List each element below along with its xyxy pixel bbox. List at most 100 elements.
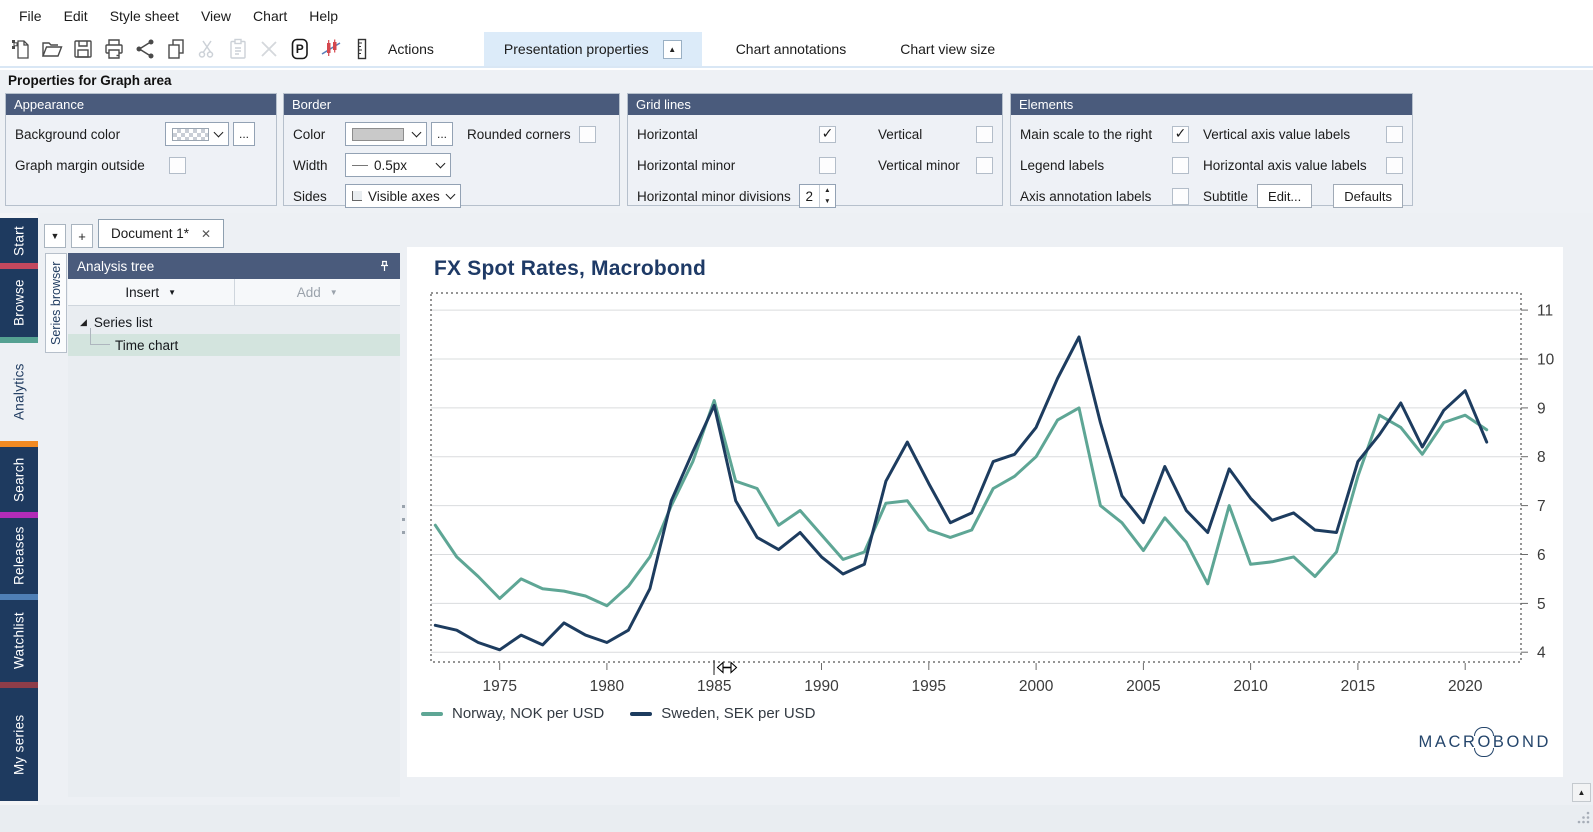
- chart-legend: Norway, NOK per USDSweden, SEK per USD: [421, 705, 816, 722]
- sidebar-tab-watchlist[interactable]: Watchlist: [0, 600, 38, 682]
- chevron-down-icon: ▼: [168, 288, 176, 297]
- subtitle-edit-button[interactable]: Edit...: [1257, 184, 1312, 208]
- sidebar-tab-search[interactable]: Search: [0, 447, 38, 512]
- background-color-label: Background color: [15, 127, 165, 142]
- tree-node-series-list[interactable]: ◢ Series list: [68, 311, 400, 333]
- svg-text:2010: 2010: [1233, 678, 1268, 695]
- border-sides-label: Sides: [293, 189, 345, 204]
- vertical-axis-value-labels-checkbox[interactable]: [1386, 126, 1403, 143]
- minor-divisions-label: Horizontal minor divisions: [637, 189, 791, 204]
- horizontal-axis-value-labels-label: Horizontal axis value labels: [1203, 158, 1386, 173]
- legend-swatch: [630, 712, 652, 716]
- toolbar-icons: P: [0, 35, 376, 63]
- svg-text:2020: 2020: [1448, 678, 1483, 695]
- tree-node-time-chart[interactable]: Time chart: [68, 334, 400, 356]
- horizontal-grid-checkbox[interactable]: [819, 126, 836, 143]
- menu-view[interactable]: View: [190, 8, 242, 24]
- spinner-down-icon[interactable]: ▼: [820, 196, 835, 207]
- defaults-button[interactable]: Defaults: [1333, 184, 1403, 208]
- analysis-tree-panel: Analysis tree Insert ▼ Add ▼ ◢ Series li…: [68, 253, 400, 797]
- actions-button[interactable]: Actions: [388, 41, 434, 57]
- new-document-icon[interactable]: [6, 35, 35, 63]
- paste-icon: [223, 35, 252, 63]
- document-tab[interactable]: Document 1* ✕: [98, 219, 224, 248]
- axis-annotation-labels-checkbox[interactable]: [1172, 188, 1189, 205]
- time-chart[interactable]: 4567891011197519801985199019952000200520…: [407, 247, 1563, 709]
- collapse-properties-button[interactable]: ▲: [663, 40, 682, 59]
- minor-divisions-spinner[interactable]: 2 ▲▼: [799, 184, 836, 208]
- menu-chart[interactable]: Chart: [242, 8, 298, 24]
- legend-item-sweden: Sweden, SEK per USD: [630, 705, 815, 722]
- svg-text:8: 8: [1537, 449, 1546, 466]
- sidebar-tab-browse[interactable]: Browse: [0, 269, 38, 337]
- border-color-swatch: [352, 128, 404, 141]
- vertical-grid-checkbox[interactable]: [976, 126, 993, 143]
- insert-button[interactable]: Insert ▼: [68, 279, 235, 305]
- svg-text:1980: 1980: [590, 678, 625, 695]
- background-color-dropdown[interactable]: [165, 122, 229, 146]
- rounded-corners-label: Rounded corners: [467, 127, 571, 142]
- macrobond-application-window: FileEditStyle sheetViewChartHelp P Actio…: [0, 0, 1593, 832]
- main-scale-right-checkbox[interactable]: [1172, 126, 1189, 143]
- svg-text:11: 11: [1537, 303, 1553, 320]
- vertical-minor-checkbox[interactable]: [976, 157, 993, 174]
- presentation-mode-icon[interactable]: P: [285, 35, 314, 63]
- border-color-more-button[interactable]: ...: [431, 122, 453, 146]
- series-browser-label: Series browser: [49, 261, 63, 344]
- series-browser-tab[interactable]: Series browser: [45, 253, 67, 353]
- insert-button-label: Insert: [125, 285, 159, 300]
- border-color-label: Color: [293, 127, 345, 142]
- toolbar-panel-buttons: Presentation properties▲ Chart annotation…: [484, 32, 1029, 66]
- menu-file[interactable]: File: [8, 8, 53, 24]
- save-icon[interactable]: [68, 35, 97, 63]
- border-width-value: 0.5px: [374, 158, 407, 173]
- document-list-dropdown-button[interactable]: ▼: [44, 224, 66, 248]
- chart-annotations-label: Chart annotations: [736, 41, 847, 57]
- menu-edit[interactable]: Edit: [53, 8, 99, 24]
- copy-icon[interactable]: [161, 35, 190, 63]
- spinner-up-icon[interactable]: ▲: [820, 185, 835, 196]
- line-width-sample: [352, 165, 368, 166]
- tree-expander-icon[interactable]: ◢: [80, 317, 87, 328]
- sidebar-tab-analytics[interactable]: Analytics: [0, 343, 38, 441]
- graph-margin-outside-checkbox[interactable]: [169, 157, 186, 174]
- menu-help[interactable]: Help: [298, 8, 349, 24]
- border-width-dropdown[interactable]: 0.5px: [345, 153, 451, 177]
- border-color-dropdown[interactable]: [345, 122, 427, 146]
- graph-margin-outside-label: Graph margin outside: [15, 158, 169, 173]
- background-color-more-button[interactable]: ...: [233, 122, 255, 146]
- legend-labels-checkbox[interactable]: [1172, 157, 1189, 174]
- vertical-minor-label: Vertical minor: [878, 158, 976, 173]
- sidebar-tab-start[interactable]: Start: [0, 218, 38, 263]
- print-icon[interactable]: [99, 35, 128, 63]
- close-tab-icon[interactable]: ✕: [201, 227, 211, 241]
- legend-swatch: [421, 712, 443, 716]
- sidebar-tab-releases[interactable]: Releases: [0, 518, 38, 594]
- subtitle-label: Subtitle: [1203, 189, 1248, 204]
- sidebar-tab-my-series[interactable]: My series: [0, 688, 38, 801]
- border-sides-dropdown[interactable]: Visible axes: [345, 184, 461, 208]
- resize-grip-icon[interactable]: [1576, 810, 1591, 830]
- chart-view-size-button[interactable]: Chart view size: [880, 32, 1015, 66]
- rounded-corners-checkbox[interactable]: [579, 126, 596, 143]
- new-document-tab-button[interactable]: +: [71, 224, 93, 248]
- pin-icon[interactable]: [378, 260, 391, 273]
- horizontal-minor-checkbox[interactable]: [819, 157, 836, 174]
- series-chart-icon[interactable]: [316, 35, 345, 63]
- ruler-icon[interactable]: [347, 35, 376, 63]
- menu-style-sheet[interactable]: Style sheet: [99, 8, 190, 24]
- analysis-tree-toolbar: Insert ▼ Add ▼: [68, 279, 400, 306]
- document-tab-label: Document 1*: [111, 226, 189, 241]
- presentation-properties-button[interactable]: Presentation properties▲: [484, 32, 702, 66]
- share-icon[interactable]: [130, 35, 159, 63]
- open-icon[interactable]: [37, 35, 66, 63]
- add-button-label: Add: [297, 285, 321, 300]
- scroll-up-button[interactable]: ▲: [1572, 783, 1591, 802]
- svg-text:10: 10: [1537, 352, 1555, 369]
- panel-splitter-handle[interactable]: [401, 505, 406, 541]
- horizontal-axis-value-labels-checkbox[interactable]: [1386, 157, 1403, 174]
- menu-bar: FileEditStyle sheetViewChartHelp: [0, 0, 1593, 32]
- svg-text:1975: 1975: [482, 678, 516, 695]
- svg-text:7: 7: [1537, 498, 1546, 515]
- chart-annotations-button[interactable]: Chart annotations: [716, 32, 867, 66]
